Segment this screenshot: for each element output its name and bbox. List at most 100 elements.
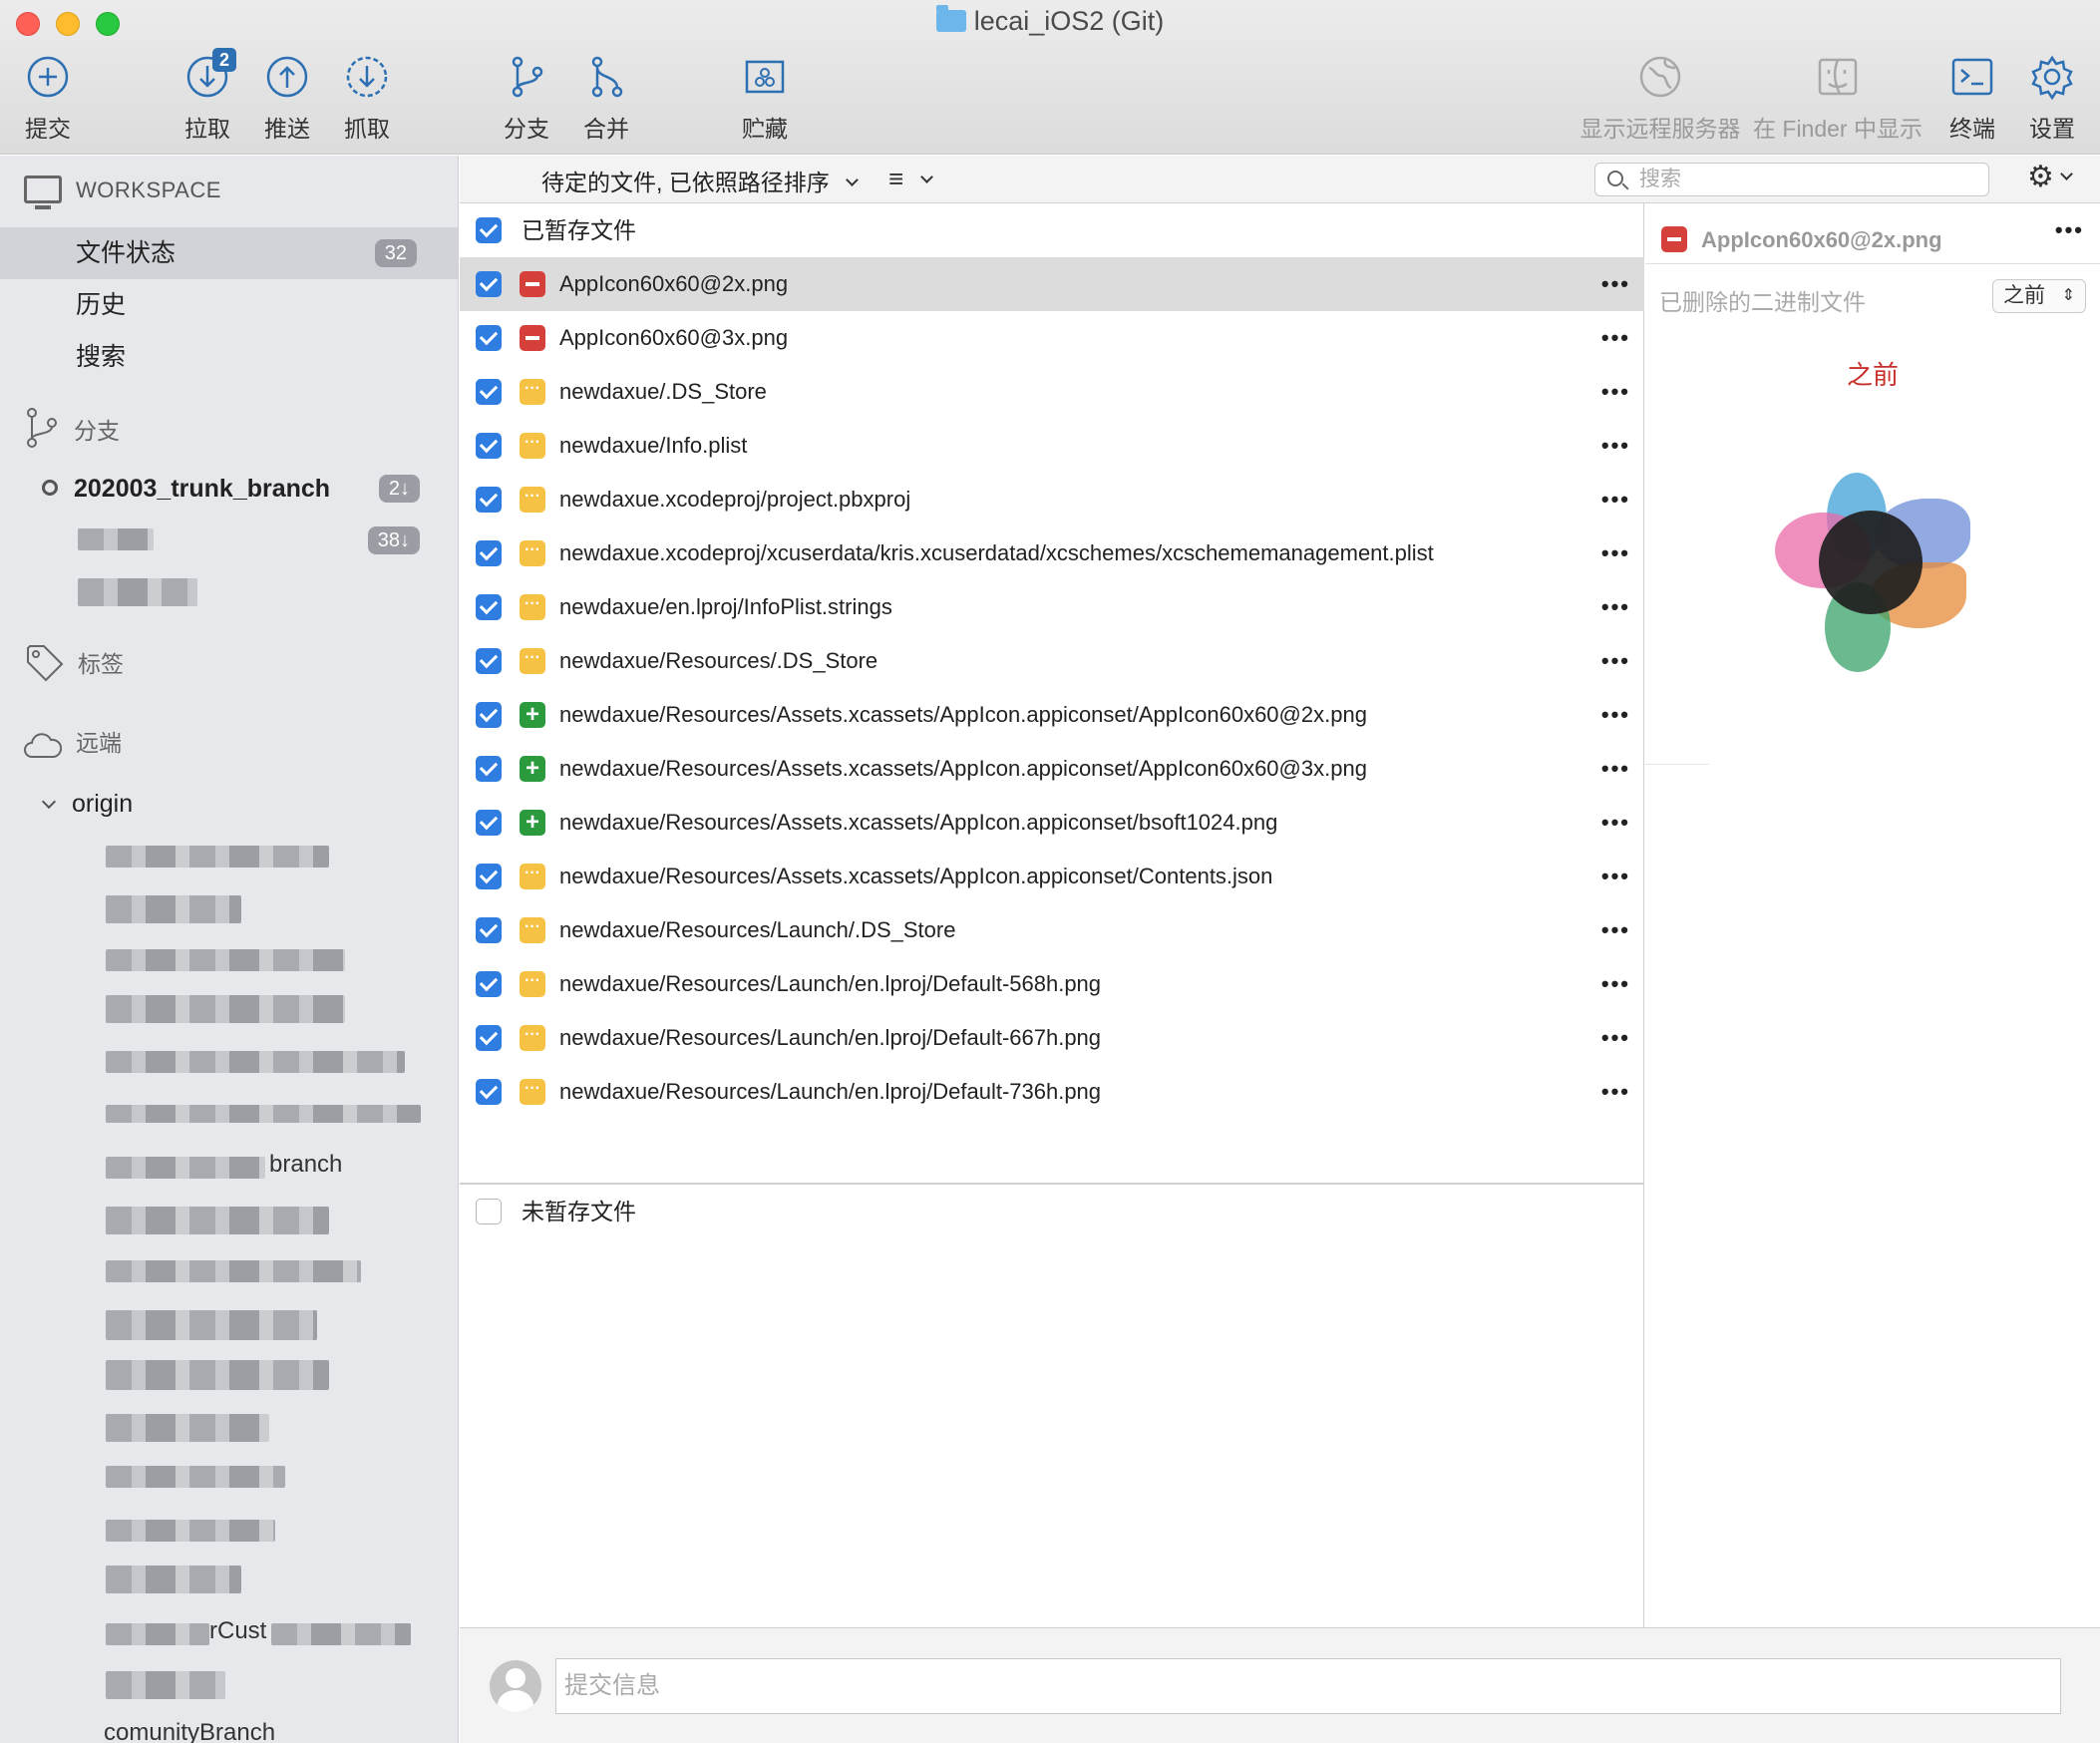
file-stage-checkbox[interactable] [476,540,502,566]
search-input[interactable]: 搜索 [1594,163,1989,196]
staged-select-all-checkbox[interactable] [476,217,502,243]
file-stage-checkbox[interactable] [476,864,502,889]
file-row[interactable]: AppIcon60x60@3x.png ••• [460,311,1644,365]
file-name: newdaxue/Resources/Launch/en.lproj/Defau… [559,1079,1102,1104]
modified-status-icon: ··· [520,1025,545,1051]
file-stage-checkbox[interactable] [476,487,502,513]
file-stage-checkbox[interactable] [476,702,502,728]
file-more-button[interactable]: ••• [1601,1065,1630,1119]
remotes-section[interactable]: 远端 [24,724,122,761]
fetch-button[interactable]: 抓取 [317,54,417,144]
file-more-button[interactable]: ••• [1601,957,1630,1011]
remote-branch-item[interactable] [106,895,241,923]
file-stage-checkbox[interactable] [476,810,502,836]
file-row[interactable]: + newdaxue/Resources/Assets.xcassets/AppI… [460,796,1644,850]
sidebar-item-search[interactable]: 搜索 [0,331,458,383]
file-more-button[interactable]: ••• [1601,311,1630,365]
file-row[interactable]: + newdaxue/Resources/Assets.xcassets/AppI… [460,688,1644,742]
preview-more-button[interactable]: ••• [2055,217,2084,243]
file-more-button[interactable]: ••• [1601,580,1630,634]
sort-dropdown[interactable]: 待定的文件, 已依照路径排序 [541,164,860,197]
settings-button[interactable]: 设置 [2002,54,2100,144]
file-row[interactable]: ··· newdaxue/Resources/Launch/en.lproj/De… [460,957,1644,1011]
file-row[interactable]: ··· newdaxue/Resources/.DS_Store ••• [460,634,1644,688]
file-stage-checkbox[interactable] [476,1025,502,1051]
file-more-button[interactable]: ••• [1601,1011,1630,1065]
staged-files-header[interactable]: 已暂存文件 [460,203,1644,257]
remote-branch-item[interactable] [106,1414,269,1442]
file-more-button[interactable]: ••• [1601,365,1630,419]
file-stage-checkbox[interactable] [476,971,502,997]
show-in-finder-button[interactable]: 在 Finder 中显示 [1753,54,1923,144]
file-row[interactable]: ··· newdaxue.xcodeproj/project.pbxproj ••• [460,473,1644,526]
file-stage-checkbox[interactable] [476,648,502,674]
preview-mode-select[interactable]: 之前 ⇕ [1992,279,2086,313]
remote-branch-item[interactable] [106,1623,209,1645]
remote-branch-item[interactable] [106,1566,241,1593]
file-stage-checkbox[interactable] [476,917,502,943]
app-window: lecai_iOS2 (Git) 提交 2 拉取 推送 抓取 分支 合并 贮藏 … [0,0,2100,1743]
remote-branch-item[interactable] [106,1466,285,1488]
file-more-button[interactable]: ••• [1601,903,1630,957]
file-more-button[interactable]: ••• [1601,526,1630,580]
file-stage-checkbox[interactable] [476,271,502,297]
file-row[interactable]: ··· newdaxue/Resources/Assets.xcassets/Ap… [460,850,1644,903]
remote-branch-item[interactable] [106,995,345,1023]
options-gear-dropdown[interactable]: ⚙ [2027,160,2073,194]
file-more-button[interactable]: ••• [1601,257,1630,311]
commit-message-input[interactable]: 提交信息 [555,1658,2061,1714]
stash-button[interactable]: 贮藏 [715,54,815,144]
file-stage-checkbox[interactable] [476,1079,502,1105]
sidebar-item-file-status[interactable]: 文件状态 32 [0,227,458,279]
file-row[interactable]: ··· newdaxue/en.lproj/InfoPlist.strings ••… [460,580,1644,634]
unstaged-files-header[interactable]: 未暂存文件 [460,1185,1644,1238]
remote-branch-item[interactable] [106,1157,265,1179]
file-row[interactable]: ··· newdaxue/Resources/Launch/en.lproj/De… [460,1011,1644,1065]
unstaged-select-all-checkbox[interactable] [476,1199,502,1224]
remote-branch-item[interactable] [106,1671,225,1699]
file-row[interactable]: AppIcon60x60@2x.png ••• [460,257,1644,311]
remote-origin[interactable]: origin [0,778,458,830]
remote-branch-item[interactable] [106,846,329,868]
remote-branch-item[interactable] [106,1105,421,1123]
tags-section[interactable]: 标签 [24,642,124,682]
file-more-button[interactable]: ••• [1601,688,1630,742]
remote-branch-item[interactable] [106,1260,361,1282]
file-stage-checkbox[interactable] [476,433,502,459]
branches-section[interactable]: 分支 [24,407,120,449]
sidebar-item-history[interactable]: 历史 [0,279,458,331]
file-row[interactable]: ··· newdaxue/Info.plist ••• [460,419,1644,473]
blurred-branch-name[interactable] [78,528,154,550]
remote-branch-item[interactable] [106,949,345,971]
file-row[interactable]: ··· newdaxue/.DS_Store ••• [460,365,1644,419]
file-stage-checkbox[interactable] [476,379,502,405]
remote-branch-item[interactable] [106,1520,275,1542]
chevron-down-icon [919,171,933,183]
file-more-button[interactable]: ••• [1601,742,1630,796]
file-name: newdaxue/Info.plist [559,433,748,458]
file-row[interactable]: + newdaxue/Resources/Assets.xcassets/AppI… [460,742,1644,796]
file-more-button[interactable]: ••• [1601,634,1630,688]
file-more-button[interactable]: ••• [1601,850,1630,903]
remote-branch-item[interactable] [106,1360,329,1390]
remote-branch-item[interactable] [106,1051,405,1073]
view-mode-dropdown[interactable]: ≡ [888,164,933,194]
file-row[interactable]: ··· newdaxue.xcodeproj/xcuserdata/kris.xc… [460,526,1644,580]
file-more-button[interactable]: ••• [1601,419,1630,473]
remote-branch-item[interactable] [106,1207,329,1234]
merge-button[interactable]: 合并 [556,54,656,144]
file-row[interactable]: ··· newdaxue/Resources/Launch/en.lproj/De… [460,1065,1644,1119]
file-more-button[interactable]: ••• [1601,796,1630,850]
file-stage-checkbox[interactable] [476,594,502,620]
file-row[interactable]: ··· newdaxue/Resources/Launch/.DS_Store ••… [460,903,1644,957]
remote-branch-item[interactable] [106,1310,317,1340]
remote-branch-item[interactable] [271,1623,411,1645]
current-branch[interactable]: 202003_trunk_branch [42,475,330,504]
commit-button[interactable]: 提交 [0,54,98,144]
blurred-branch-name[interactable] [78,578,197,606]
file-stage-checkbox[interactable] [476,325,502,351]
show-remote-button[interactable]: 显示远程服务器 [1575,54,1745,144]
file-more-button[interactable]: ••• [1601,473,1630,526]
file-stage-checkbox[interactable] [476,756,502,782]
pull-badge: 2 [212,48,236,72]
